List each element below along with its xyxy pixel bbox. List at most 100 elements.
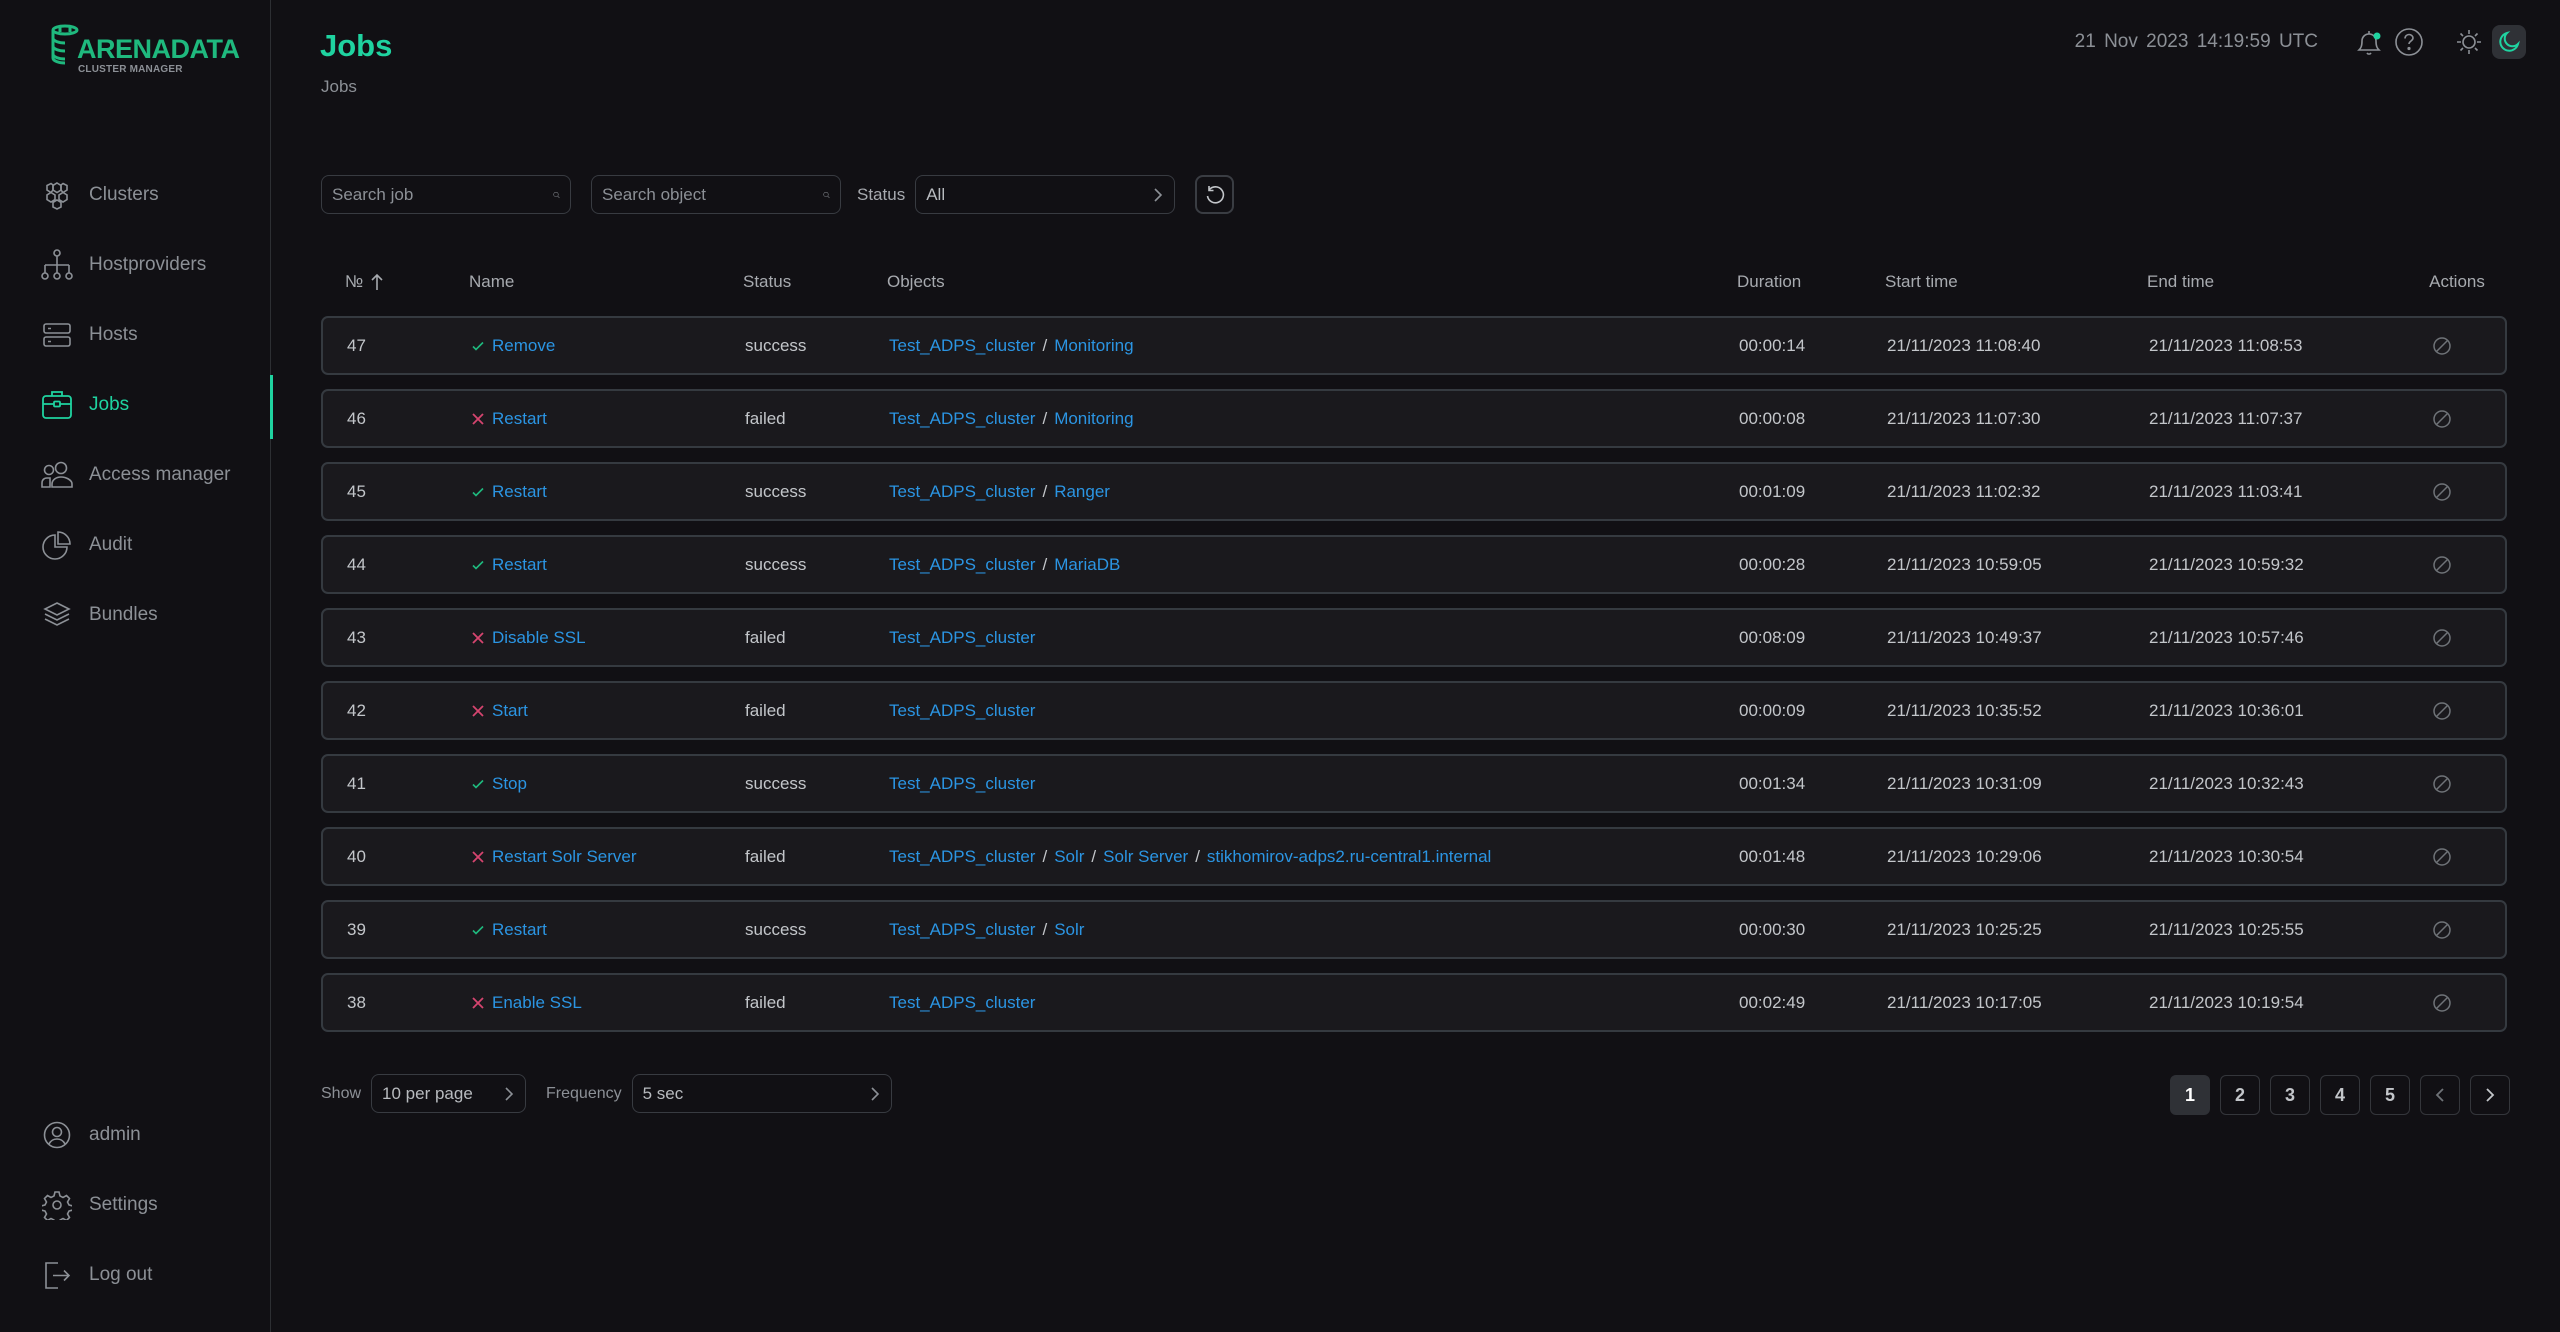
job-id: 44: [347, 554, 366, 574]
main-content: Jobs Jobs 21 Nov 2023 14:19:59 UTC Searc…: [271, 0, 2560, 1332]
table-footer: Show 10 per page Frequency 5 sec: [321, 1074, 892, 1113]
object-link[interactable]: Test_ADPS_cluster: [889, 993, 1035, 1012]
cancel-job-icon[interactable]: [2432, 701, 2452, 721]
object-link[interactable]: Monitoring: [1054, 336, 1133, 355]
page-button-3[interactable]: 3: [2270, 1075, 2310, 1115]
page-button-2[interactable]: 2: [2220, 1075, 2260, 1115]
object-link[interactable]: Solr: [1054, 920, 1084, 939]
sidebar-item-jobs[interactable]: Jobs: [0, 370, 273, 440]
object-link[interactable]: Monitoring: [1054, 409, 1133, 428]
job-start-time: 21/11/2023 10:17:05: [1887, 992, 2042, 1012]
job-name-link[interactable]: Stop: [492, 774, 527, 794]
page-button-5[interactable]: 5: [2370, 1075, 2410, 1115]
object-link[interactable]: Test_ADPS_cluster: [889, 555, 1035, 574]
light-theme-sun-icon[interactable]: [2452, 25, 2486, 59]
object-link[interactable]: Test_ADPS_cluster: [889, 409, 1035, 428]
sidebar-item-settings[interactable]: Settings: [0, 1170, 271, 1240]
search-object-input[interactable]: [602, 184, 823, 205]
cancel-job-icon[interactable]: [2432, 409, 2452, 429]
job-name-link[interactable]: Restart Solr Server: [492, 847, 637, 867]
job-name-cell: Restart Solr Server: [471, 847, 745, 867]
job-name-link[interactable]: Remove: [492, 336, 555, 356]
column-header-duration[interactable]: Duration: [1737, 272, 1885, 292]
sidebar-item-bundles[interactable]: Bundles: [0, 580, 271, 650]
column-header-name[interactable]: Name: [469, 272, 743, 292]
job-end-time: 21/11/2023 10:59:32: [2149, 554, 2304, 574]
job-status: failed: [745, 992, 786, 1012]
job-name-link[interactable]: Restart: [492, 920, 547, 940]
refresh-button[interactable]: [1195, 175, 1235, 214]
job-name-cell: Remove: [471, 336, 745, 356]
per-page-select[interactable]: 10 per page: [371, 1074, 527, 1113]
object-link[interactable]: Test_ADPS_cluster: [889, 482, 1035, 501]
job-name-cell: Start: [471, 701, 745, 721]
job-name-link[interactable]: Restart: [492, 409, 547, 429]
object-link[interactable]: Test_ADPS_cluster: [889, 920, 1035, 939]
sidebar-item-logout[interactable]: Log out: [0, 1240, 271, 1310]
breadcrumb[interactable]: Jobs: [321, 77, 357, 97]
cancel-job-icon[interactable]: [2432, 555, 2452, 575]
cancel-job-icon[interactable]: [2432, 336, 2452, 356]
column-header-start-time[interactable]: Start time: [1885, 272, 2147, 292]
job-end-time: 21/11/2023 10:19:54: [2149, 992, 2304, 1012]
job-name-link[interactable]: Restart: [492, 555, 547, 575]
status-filter-select[interactable]: All: [915, 175, 1176, 214]
chevron-right-icon: [871, 1086, 879, 1101]
bundles-icon: [40, 598, 74, 632]
search-icon[interactable]: [553, 185, 560, 205]
object-link[interactable]: Solr: [1054, 847, 1084, 866]
sidebar-item-clusters[interactable]: Clusters: [0, 160, 271, 230]
object-link[interactable]: Test_ADPS_cluster: [889, 847, 1035, 866]
job-status: failed: [745, 846, 786, 866]
column-header-end-time[interactable]: End time: [2147, 272, 2417, 292]
prev-page-button[interactable]: [2420, 1075, 2460, 1115]
object-link[interactable]: Solr Server: [1103, 847, 1188, 866]
sidebar-item-hosts[interactable]: Hosts: [0, 300, 271, 370]
table-header: № Name Status Objects Duration Start tim…: [321, 262, 2507, 302]
sidebar-item-audit[interactable]: Audit: [0, 510, 271, 580]
job-actions: [2419, 774, 2505, 794]
sidebar-item-hostproviders[interactable]: Hostproviders: [0, 230, 271, 300]
job-name-link[interactable]: Start: [492, 701, 528, 721]
hosts-icon: [40, 318, 74, 352]
object-link[interactable]: Test_ADPS_cluster: [889, 628, 1035, 647]
column-header-status[interactable]: Status: [743, 272, 887, 292]
object-link[interactable]: Ranger: [1054, 482, 1110, 501]
page-button-1[interactable]: 1: [2170, 1075, 2210, 1115]
job-name-link[interactable]: Disable SSL: [492, 628, 586, 648]
object-link[interactable]: Test_ADPS_cluster: [889, 774, 1035, 793]
sidebar-item-access-manager[interactable]: Access manager: [0, 440, 271, 510]
help-icon[interactable]: [2392, 25, 2426, 59]
cancel-job-icon[interactable]: [2432, 482, 2452, 502]
search-icon[interactable]: [823, 185, 830, 205]
sort-ascending-arrow-icon[interactable]: [371, 273, 383, 291]
job-name-link[interactable]: Restart: [492, 482, 547, 502]
object-link[interactable]: Test_ADPS_cluster: [889, 701, 1035, 720]
column-header-id-label: №: [345, 272, 364, 291]
object-link[interactable]: Test_ADPS_cluster: [889, 336, 1035, 355]
page-button-4[interactable]: 4: [2320, 1075, 2360, 1115]
logo[interactable]: ARENADATA CLUSTER MANAGER: [50, 24, 240, 75]
dark-theme-moon-icon[interactable]: [2492, 25, 2526, 59]
job-name-cell: Restart: [471, 920, 745, 940]
gear-icon: [40, 1188, 74, 1222]
cancel-job-icon[interactable]: [2432, 993, 2452, 1013]
column-header-id[interactable]: №: [321, 272, 469, 292]
object-link[interactable]: MariaDB: [1054, 555, 1120, 574]
job-objects: Test_ADPS_cluster: [889, 701, 1739, 721]
cancel-job-icon[interactable]: [2432, 774, 2452, 794]
next-page-button[interactable]: [2470, 1075, 2510, 1115]
frequency-select[interactable]: 5 sec: [631, 1074, 892, 1113]
job-name-link[interactable]: Enable SSL: [492, 993, 582, 1013]
object-path-separator: /: [1042, 335, 1048, 355]
cancel-job-icon[interactable]: [2432, 920, 2452, 940]
sidebar-item-admin[interactable]: admin: [0, 1100, 271, 1170]
notifications-bell-icon[interactable]: [2352, 25, 2386, 59]
cancel-job-icon[interactable]: [2432, 628, 2452, 648]
job-id: 42: [347, 700, 366, 720]
job-status: success: [745, 335, 807, 355]
object-link[interactable]: stikhomirov-adps2.ru-central1.internal: [1207, 847, 1491, 866]
job-end-time: 21/11/2023 11:07:37: [2149, 408, 2303, 428]
cancel-job-icon[interactable]: [2432, 847, 2452, 867]
search-job-input[interactable]: [332, 184, 553, 205]
